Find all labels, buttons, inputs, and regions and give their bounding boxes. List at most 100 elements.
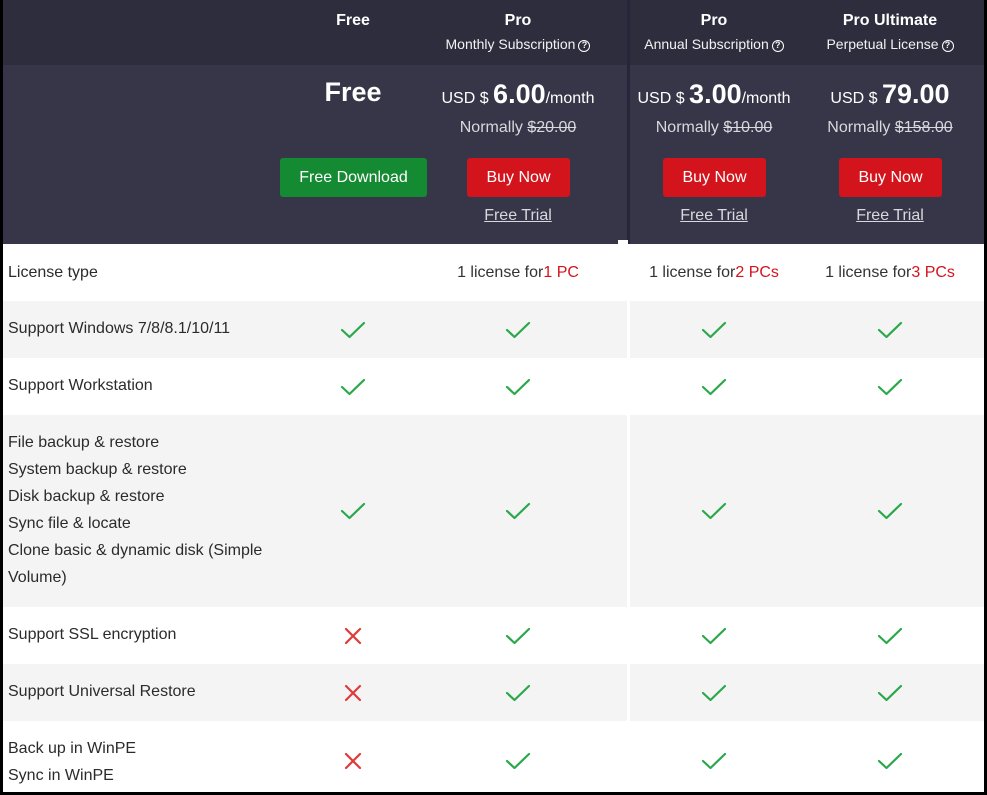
row-label: Support Universal Restore [8,678,196,705]
license-count: 2 PCs [735,263,779,281]
column-divider [627,607,630,664]
price-suffix: /month [545,90,595,107]
table-row: Back up in WinPE Sync in WinPE [3,721,984,792]
price-prefix: USD $ [637,90,690,107]
feature-label-line: Support Windows 7/8/8.1/10/11 [8,320,231,337]
plan-name: Pro Ultimate [842,12,938,29]
plan-price: 79.00 [882,79,950,109]
license-cell: 1 license for 3 PCs [790,244,984,301]
check-icon [674,664,754,721]
column-divider [627,415,630,607]
check-icon [674,721,754,792]
license-prefix: 1 license for [825,263,912,281]
check-icon [674,607,754,664]
row-label: Support SSL encryption [8,621,176,648]
check-icon [478,721,558,792]
original-price: $10.00 [723,119,773,136]
plan-pro-annual-header: Pro Annual Subscription? [614,11,814,53]
license-count: 3 PCs [911,263,955,281]
check-icon [313,301,393,358]
plan-pro-ultimate-header: Pro Ultimate Perpetual License? [790,11,984,53]
license-prefix: 1 license for [649,263,736,281]
free-trial-link-monthly[interactable]: Free Trial [468,206,568,226]
table-row: Support SSL encryption [3,607,984,664]
column-divider [627,721,630,792]
plan-subtitle: Monthly Subscription [445,36,576,52]
column-divider [627,301,630,358]
feature-label-line: Back up in WinPE [8,740,137,757]
normally-label: Normally [827,119,895,136]
plan-pro-annual-price: USD $ 3.00/month Normally $10.00 [614,78,814,138]
license-cell: 1 license for 1 PC [418,244,618,301]
feature-label-line: Support Universal Restore [8,683,196,700]
check-icon [478,664,558,721]
question-circle-icon[interactable]: ? [578,40,591,52]
price-prefix: USD $ [441,90,494,107]
row-label: License type [8,264,98,281]
feature-label-line: Clone basic & dynamic disk (Simple [8,542,263,559]
row-label: File backup & restore System backup & res… [8,429,262,591]
row-label: Support Workstation [8,372,153,399]
check-icon [478,358,558,415]
question-circle-icon[interactable]: ? [941,40,954,52]
check-icon [850,721,930,792]
check-icon [850,301,930,358]
plan-free-price: Free [273,76,433,113]
price-prefix: USD $ [830,90,882,107]
check-icon [850,664,930,721]
plan-name: Pro [504,12,532,29]
check-icon [850,358,930,415]
plan-subtitle: Perpetual License [826,36,939,52]
pricing-table: Free Free Free Download Pro Monthly Subs… [3,0,984,792]
row-label: Support Windows 7/8/8.1/10/11 [8,315,230,342]
license-cell: 1 license for 2 PCs [614,244,814,301]
license-count: 1 PC [543,263,579,281]
table-row: Support Windows 7/8/8.1/10/11 [3,301,984,358]
check-icon [313,358,393,415]
cross-icon [313,607,393,664]
plan-name: Free [336,12,370,29]
buy-now-button-ultimate[interactable]: Buy Now [839,158,942,197]
feature-label-line: Volume) [8,569,67,586]
table-row: File backup & restore System backup & res… [3,415,984,607]
original-price: $20.00 [527,119,577,136]
buy-now-button-annual[interactable]: Buy Now [663,158,766,197]
plan-price: 3.00 [689,79,742,109]
column-divider [627,358,630,415]
plan-free-header: Free [273,11,433,31]
plan-pro-monthly-price: USD $ 6.00/month Normally $20.00 [418,78,618,138]
normally-label: Normally [459,119,528,136]
feature-label-line: System backup & restore [8,461,187,478]
check-icon [850,415,930,607]
original-price: $158.00 [894,119,953,136]
plan-subtitle: Annual Subscription [644,36,769,52]
check-icon [674,301,754,358]
table-row: Support Universal Restore [3,664,984,721]
feature-label-line: Sync file & locate [8,515,131,532]
check-icon [674,415,754,607]
feature-label-line: Sync in WinPE [8,767,114,784]
price-suffix: /month [741,90,791,107]
check-icon [478,415,558,607]
table-row: Support Workstation [3,358,984,415]
plan-pro-monthly-header: Pro Monthly Subscription? [418,11,618,53]
check-icon [313,415,393,607]
feature-label-line: Disk backup & restore [8,488,165,505]
free-download-button[interactable]: Free Download [280,158,427,197]
plan-pro-ultimate-price: USD $ 79.00 Normally $158.00 [790,78,984,138]
plan-price: Free [324,77,382,107]
row-label: Back up in WinPE Sync in WinPE [8,735,136,789]
normally-label: Normally [655,119,724,136]
check-icon [478,301,558,358]
feature-label-line: Support SSL encryption [8,626,177,643]
free-trial-link-annual[interactable]: Free Trial [664,206,764,226]
buy-now-button-monthly[interactable]: Buy Now [467,158,570,197]
free-trial-link-ultimate[interactable]: Free Trial [840,206,940,226]
check-icon [674,358,754,415]
check-icon [850,607,930,664]
cross-icon [313,664,393,721]
table-row-license: License type 1 license for 1 PC 1 licens… [3,244,984,301]
feature-label-line: File backup & restore [8,434,160,451]
feature-label-line: Support Workstation [8,377,153,394]
question-circle-icon[interactable]: ? [771,40,784,52]
